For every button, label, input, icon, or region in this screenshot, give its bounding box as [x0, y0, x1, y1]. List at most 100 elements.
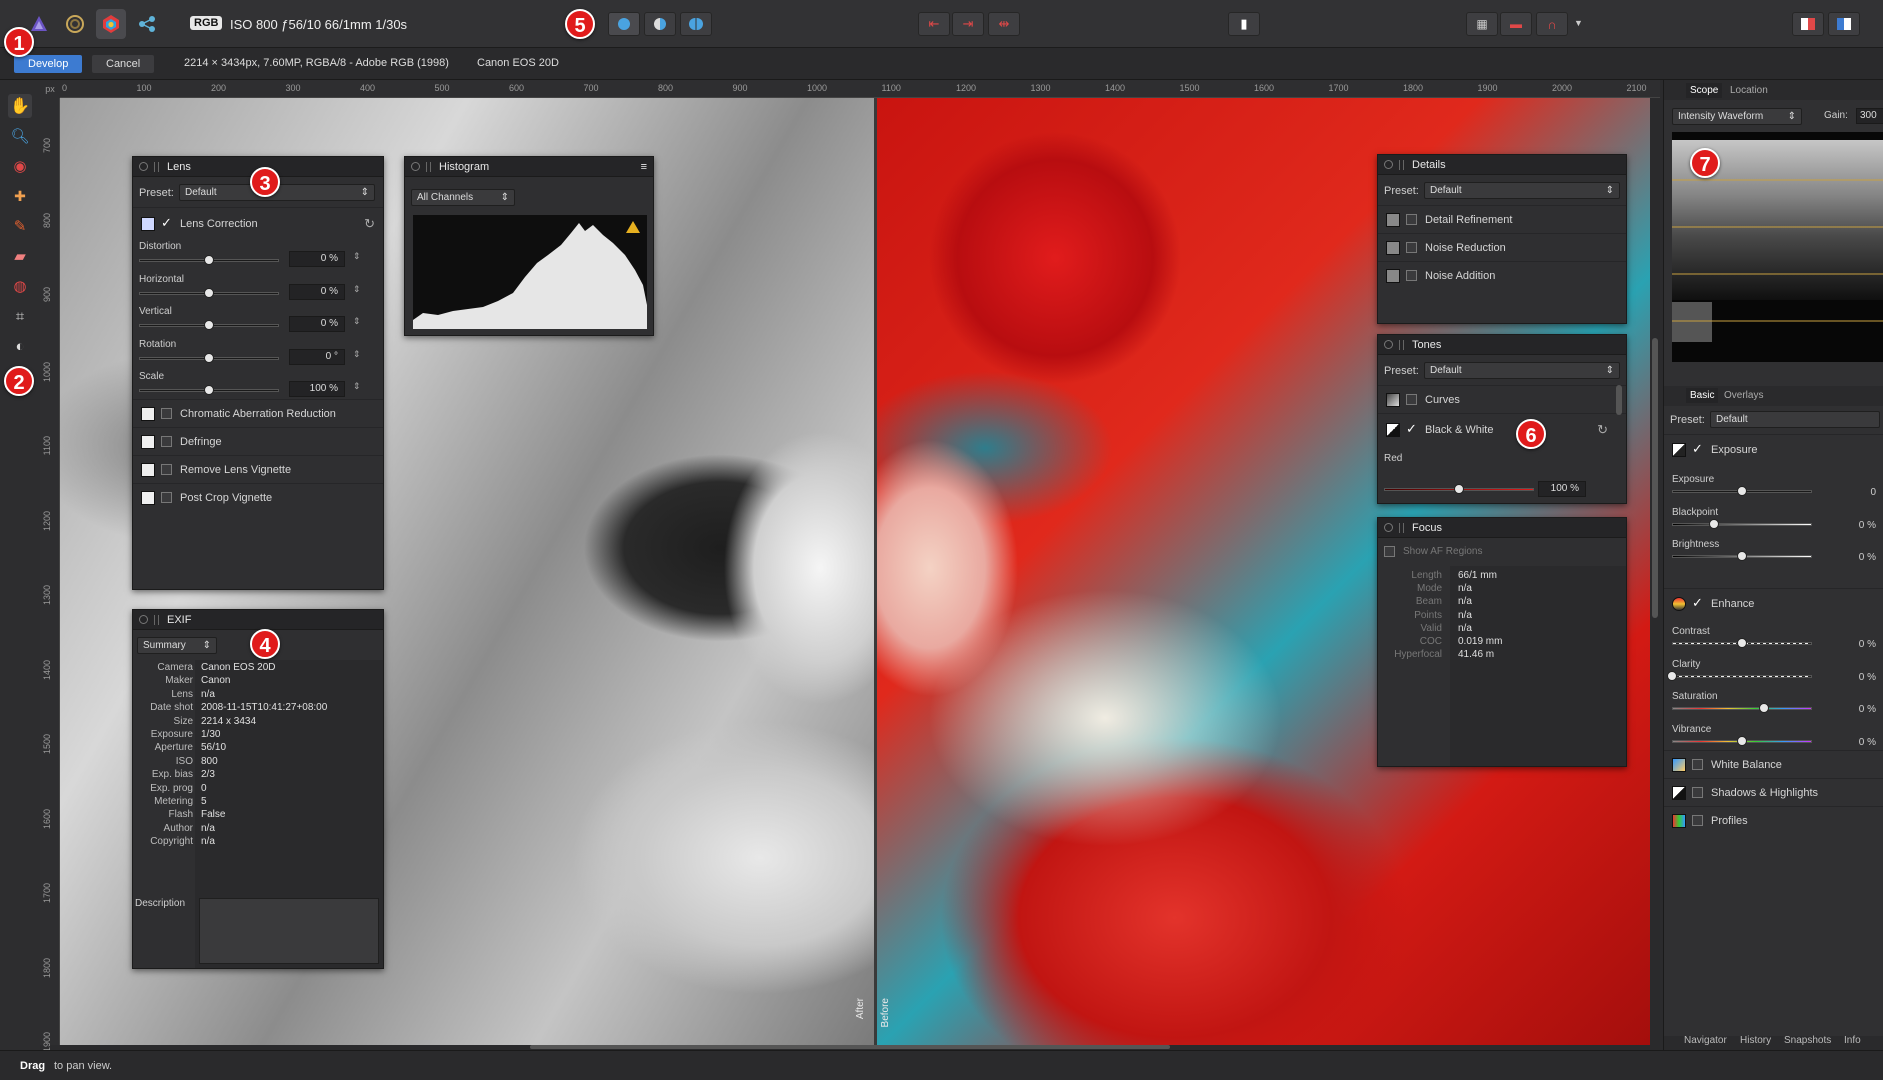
studio-slider-knob[interactable]	[1759, 703, 1770, 713]
view-split-button[interactable]	[644, 12, 676, 36]
grip-icon[interactable]	[426, 161, 431, 172]
lens-option-checkbox[interactable]	[161, 408, 172, 419]
lens-correction-row[interactable]: ✓ Lens Correction ↻	[133, 207, 383, 239]
details-option-row[interactable]: Detail Refinement	[1378, 205, 1626, 233]
checkmark-icon[interactable]: ✓	[1692, 596, 1703, 609]
lens-slider-knob[interactable]	[204, 287, 214, 298]
lens-slider-value[interactable]: 0 %	[289, 251, 345, 267]
tab-basic[interactable]: Basic	[1686, 388, 1719, 403]
grip-icon[interactable]	[154, 614, 159, 625]
checkmark-icon[interactable]: ✓	[161, 216, 172, 229]
lens-option-row[interactable]: Post Crop Vignette	[133, 483, 383, 511]
enhance-section-row[interactable]: ✓ Enhance	[1664, 588, 1883, 618]
studio-section-row[interactable]: White Balance	[1664, 750, 1883, 778]
overlay-erase-tool[interactable]: ▰	[8, 244, 32, 268]
close-icon[interactable]	[411, 162, 420, 171]
red-slider-knob[interactable]	[1454, 484, 1464, 494]
exposure-section-row[interactable]: ✓ Exposure	[1664, 434, 1883, 464]
tab-overlays[interactable]: Overlays	[1720, 388, 1767, 403]
studio-slider-value[interactable]: 0 %	[1826, 737, 1876, 748]
lens-option-row[interactable]: Remove Lens Vignette	[133, 455, 383, 483]
basic-preset-select[interactable]: Default	[1710, 411, 1880, 428]
tab-info[interactable]: Info	[1844, 1035, 1861, 1046]
tab-navigator[interactable]: Navigator	[1684, 1035, 1727, 1046]
grip-icon[interactable]	[1399, 522, 1404, 533]
overlay-gradient-tool[interactable]: ◍	[8, 274, 32, 298]
grip-icon[interactable]	[154, 161, 159, 172]
tab-snapshots[interactable]: Snapshots	[1784, 1035, 1831, 1046]
lens-slider-knob[interactable]	[204, 320, 214, 330]
clipping-button[interactable]: ▬	[1500, 12, 1532, 36]
details-option-checkbox[interactable]	[1406, 214, 1417, 225]
tones-scrollbar[interactable]	[1616, 385, 1622, 415]
details-option-checkbox[interactable]	[1406, 242, 1417, 253]
stepper-icon[interactable]: ⇕	[353, 284, 361, 295]
red-value[interactable]: 100 %	[1538, 481, 1586, 497]
studio-slider-value[interactable]: 0 %	[1826, 552, 1876, 563]
studio-slider[interactable]	[1672, 707, 1812, 710]
reset-icon[interactable]: ↻	[1597, 422, 1608, 438]
view-tool[interactable]: ✋	[8, 94, 32, 118]
studio-slider-value[interactable]: 0 %	[1826, 704, 1876, 715]
close-icon[interactable]	[139, 615, 148, 624]
studio-slider-knob[interactable]	[1737, 638, 1747, 648]
lens-option-row[interactable]: Chromatic Aberration Reduction	[133, 399, 383, 427]
lens-slider-value[interactable]: 0 %	[289, 283, 345, 300]
overlay-paint-tool[interactable]: ✎	[8, 214, 32, 238]
studio-slider-knob[interactable]	[1709, 518, 1719, 529]
studio-section-row[interactable]: Profiles	[1664, 806, 1883, 834]
show-af-checkbox[interactable]	[1384, 545, 1395, 557]
develop-persona-icon[interactable]	[96, 9, 126, 39]
close-icon[interactable]	[1384, 523, 1393, 532]
white-balance-tool[interactable]: ◐	[8, 334, 32, 358]
studio-section-row[interactable]: Shadows & Highlights	[1664, 778, 1883, 806]
crop-tool[interactable]: ⌗	[8, 304, 32, 328]
red-eye-tool[interactable]: ◉	[8, 154, 32, 178]
swap-left-button[interactable]: ⇤	[918, 12, 950, 36]
lens-slider-value[interactable]: 0 %	[289, 316, 345, 332]
grip-icon[interactable]	[1399, 339, 1404, 350]
reset-icon[interactable]: ↻	[364, 216, 375, 232]
studio-slider-value[interactable]: 0 %	[1826, 672, 1876, 683]
details-option-row[interactable]: Noise Addition	[1378, 261, 1626, 289]
stepper-icon[interactable]: ⇕	[353, 316, 361, 327]
lens-option-checkbox[interactable]	[161, 492, 172, 503]
studio-slider[interactable]	[1672, 522, 1812, 526]
lens-option-row[interactable]: Defringe	[133, 427, 383, 455]
lens-slider-knob[interactable]	[204, 385, 214, 395]
checkmark-icon[interactable]: ✓	[1692, 442, 1703, 455]
details-preset-select[interactable]: Default ⇕	[1424, 182, 1620, 199]
studio-slider-value[interactable]: 0	[1826, 487, 1876, 498]
lens-slider-value[interactable]: 100 %	[289, 381, 345, 397]
export-persona-icon[interactable]	[132, 9, 162, 39]
grid-button[interactable]: ▦	[1466, 12, 1498, 36]
studio-slider[interactable]	[1672, 674, 1812, 678]
lens-option-checkbox[interactable]	[161, 464, 172, 475]
tab-scope[interactable]: Scope	[1686, 83, 1723, 98]
stepper-icon[interactable]: ⇕	[353, 349, 361, 360]
gain-value[interactable]: 300	[1856, 108, 1883, 124]
studio-left-button[interactable]	[1792, 12, 1824, 36]
view-mirror-button[interactable]	[680, 12, 712, 36]
studio-slider-value[interactable]: 0 %	[1826, 520, 1876, 531]
studio-slider-knob[interactable]	[1667, 670, 1677, 681]
tab-history[interactable]: History	[1740, 1035, 1771, 1046]
stepper-icon[interactable]: ⇕	[353, 251, 361, 262]
zoom-tool[interactable]: 🔍︎	[8, 124, 32, 148]
blemish-tool[interactable]: ✚	[8, 184, 32, 208]
close-icon[interactable]	[1384, 340, 1393, 349]
close-icon[interactable]	[1384, 160, 1393, 169]
studio-section-checkbox[interactable]	[1692, 787, 1703, 798]
view-single-button[interactable]	[608, 12, 640, 36]
details-option-checkbox[interactable]	[1406, 270, 1417, 281]
menu-icon[interactable]: ≡	[641, 161, 647, 173]
swap-both-button[interactable]: ⇹	[988, 12, 1020, 36]
black-white-row[interactable]: ✓ Black & White ↻	[1378, 413, 1626, 445]
curves-checkbox[interactable]	[1406, 394, 1417, 405]
split-divider[interactable]	[874, 98, 877, 1045]
curves-row[interactable]: Curves	[1378, 385, 1626, 413]
tones-preset-select[interactable]: Default ⇕	[1424, 362, 1620, 379]
cancel-button[interactable]: Cancel	[92, 55, 155, 73]
studio-section-checkbox[interactable]	[1692, 759, 1703, 770]
studio-slider-value[interactable]: 0 %	[1826, 639, 1876, 650]
